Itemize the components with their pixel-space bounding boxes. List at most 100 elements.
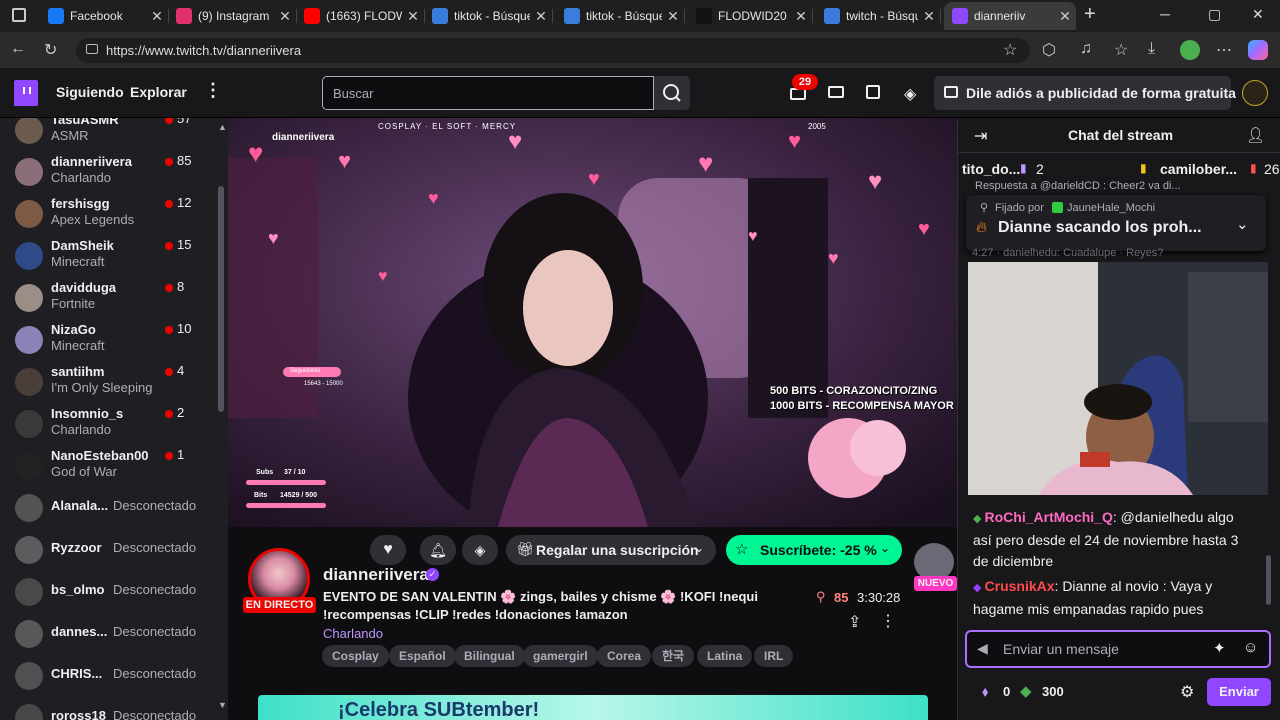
sidebar-channel[interactable]: TasuASMR ASMR 57	[0, 118, 218, 152]
scroll-up-icon[interactable]: ▲	[218, 122, 227, 132]
user-avatar[interactable]	[1242, 80, 1268, 106]
browser-tab[interactable]: tiktok - Búsque ✕	[556, 2, 684, 30]
back-icon[interactable]: ←	[10, 40, 26, 58]
nav-following[interactable]: Siguiendo	[56, 84, 124, 100]
profile-avatar[interactable]	[1180, 40, 1200, 60]
nav-explore[interactable]: Explorar	[130, 84, 187, 100]
stream-category-link[interactable]: Charlando	[323, 626, 383, 641]
tab-actions-icon[interactable]	[12, 8, 26, 22]
chat-settings-gear-icon[interactable]: ⚙	[1180, 682, 1194, 702]
activity-icon[interactable]	[866, 85, 880, 99]
chat-message-input[interactable]: ◀︎ Enviar un mensaje ✦ ☺	[965, 630, 1271, 668]
follow-heart-button[interactable]: ♥	[370, 535, 406, 565]
close-tab-icon[interactable]: ✕	[662, 8, 684, 25]
stream-tag[interactable]: Cosplay	[322, 645, 389, 667]
sidebar-channel[interactable]: dianneriivera Charlando 85	[0, 152, 218, 194]
close-tab-icon[interactable]: ✕	[790, 8, 812, 25]
sidebar-scrollbar[interactable]	[218, 186, 224, 412]
more-menu-icon[interactable]: ⋯	[1216, 40, 1232, 60]
chat-scrollbar[interactable]	[1266, 555, 1271, 605]
browser-tab[interactable]: (1663) FLODW ✕	[296, 2, 424, 30]
subscribe-button[interactable]: ☆ Suscríbete: -25 % ⌄	[726, 535, 902, 565]
browser-tab[interactable]: dianneriiv ✕	[944, 2, 1076, 30]
chevron-down-icon[interactable]: ⌄	[1236, 215, 1249, 233]
new-tab-icon[interactable]: +	[1084, 3, 1096, 26]
emote-picker-icon[interactable]: ☺	[1243, 639, 1258, 656]
minimize-icon[interactable]: ─	[1160, 6, 1170, 22]
subtember-banner[interactable]: ¡Celebra SUBtember!	[258, 695, 928, 720]
bits-icon[interactable]: ◆	[1020, 682, 1032, 700]
sidebar-channel[interactable]: fershisgg Apex Legends 12	[0, 194, 218, 236]
close-tab-icon[interactable]: ✕	[530, 8, 552, 25]
sidebar-channel[interactable]: Alanala... Desconectado	[0, 488, 218, 530]
sidebar-channel[interactable]: NanoEsteban00 God of War 1	[0, 446, 218, 488]
pinned-message-card[interactable]: ⚲ Fijado por JauneHale_Mochi 🔥︎ Dianne s…	[966, 195, 1266, 251]
send-button[interactable]: Enviar	[1207, 678, 1271, 706]
sidebar-channel[interactable]: roross18 Desconectado	[0, 698, 218, 720]
channel-points-icon[interactable]: ⬧	[982, 683, 988, 700]
stream-title-line-1: EVENTO DE SAN VALENTIN 🌸 zings, bailes y…	[323, 589, 758, 604]
sidebar-channel[interactable]: Ryzzoor Desconectado	[0, 530, 218, 572]
stream-tag[interactable]: Español	[389, 645, 456, 667]
sidebar-channel[interactable]: CHRIS... Desconectado	[0, 656, 218, 698]
sidebar-channel[interactable]: santiihm I'm Only Sleeping 4	[0, 362, 218, 404]
copilot-icon[interactable]	[1248, 40, 1268, 60]
more-options-icon[interactable]: ⋮	[880, 611, 896, 631]
live-dot-icon	[165, 200, 173, 208]
whispers-icon[interactable]	[828, 86, 844, 98]
twitch-logo-icon[interactable]	[14, 80, 38, 106]
browser-tab[interactable]: Facebook ✕	[40, 2, 168, 30]
stream-tag[interactable]: Latina	[697, 645, 753, 667]
close-tab-icon[interactable]: ✕	[918, 8, 940, 25]
site-info-icon[interactable]	[86, 44, 98, 54]
stream-tag[interactable]: IRL	[754, 645, 794, 667]
chat-title: Chat del stream	[1068, 127, 1174, 143]
more-vertical-icon[interactable]: ⋮	[204, 80, 222, 101]
close-window-icon[interactable]: ✕	[1252, 6, 1264, 23]
favorite-star-icon[interactable]: ☆	[1003, 40, 1017, 60]
sparkle-icon[interactable]: ✦	[1213, 639, 1226, 657]
bits-icon: ◈	[474, 541, 486, 558]
browser-tab[interactable]: twitch - Búsqu ✕	[816, 2, 940, 30]
channel-name[interactable]: dianneriivera	[323, 565, 429, 585]
stream-tag[interactable]: gamergirl	[523, 645, 598, 667]
collapse-chat-icon[interactable]: ⇥	[974, 126, 987, 146]
browser-tab[interactable]: (9) Instagram ✕	[168, 2, 296, 30]
search-button[interactable]	[654, 76, 690, 110]
scroll-down-icon[interactable]: ▼	[218, 700, 227, 710]
close-tab-icon[interactable]: ✕	[146, 8, 168, 25]
extensions-icon[interactable]: ⬡	[1042, 40, 1056, 60]
gift-sub-button[interactable]: 🎁︎ Regalar una suscripción ⌄	[506, 535, 716, 565]
gift-leaderboard-user-1[interactable]: tito_do...	[962, 161, 1020, 177]
bits-icon[interactable]: ◈	[904, 84, 916, 104]
sidebar-channel[interactable]: DamSheik Minecraft 15	[0, 236, 218, 278]
notifications-button[interactable]: 🔔︎	[420, 535, 456, 565]
split-screen-icon[interactable]: ♫	[1080, 40, 1092, 58]
sidebar-channel[interactable]: NizaGo Minecraft 10	[0, 320, 218, 362]
stream-tag[interactable]: Corea	[597, 645, 652, 667]
sidebar-channel[interactable]: dannes... Desconectado	[0, 614, 218, 656]
close-tab-icon[interactable]: ✕	[274, 8, 296, 25]
maximize-icon[interactable]: ▢	[1208, 6, 1221, 23]
stream-tag[interactable]: Bilingual	[454, 645, 525, 667]
close-tab-icon[interactable]: ✕	[402, 8, 424, 25]
speaker-icon[interactable]: ◀︎	[977, 640, 988, 657]
stream-tag[interactable]: 한국	[652, 645, 695, 667]
video-player[interactable]: ♥ ♥ ♥ ♥ ♥ ♥ ♥ ♥ ♥ ♥ ♥ ♥ ♥ COSPLAY · EL S…	[228, 118, 957, 527]
chat-username[interactable]: CrusnikAx	[985, 578, 1055, 594]
downloads-icon[interactable]: ⤓	[1148, 40, 1155, 58]
sidebar-channel[interactable]: bs_olmo Desconectado	[0, 572, 218, 614]
browser-tab[interactable]: FLODWID20 (✕	[688, 2, 812, 30]
sidebar-channel[interactable]: Insomnio_s Charlando 2	[0, 404, 218, 446]
share-icon[interactable]: ⇪	[848, 612, 861, 632]
chat-username[interactable]: RoChi_ArtMochi_Q	[985, 509, 1113, 525]
community-icon[interactable]: 👤︎	[1246, 126, 1265, 144]
favorites-icon[interactable]: ☆	[1114, 40, 1128, 60]
gift-leaderboard-user-2[interactable]: camilober...	[1160, 161, 1237, 177]
close-tab-icon[interactable]: ✕	[1054, 8, 1076, 25]
browser-tab[interactable]: tiktok - Búsque ✕	[424, 2, 552, 30]
reload-icon[interactable]: ↻	[44, 40, 57, 60]
bits-cheer-button[interactable]: ◈	[462, 535, 498, 565]
tiktok-icon	[696, 8, 712, 24]
sidebar-channel[interactable]: davidduga Fortnite 8	[0, 278, 218, 320]
